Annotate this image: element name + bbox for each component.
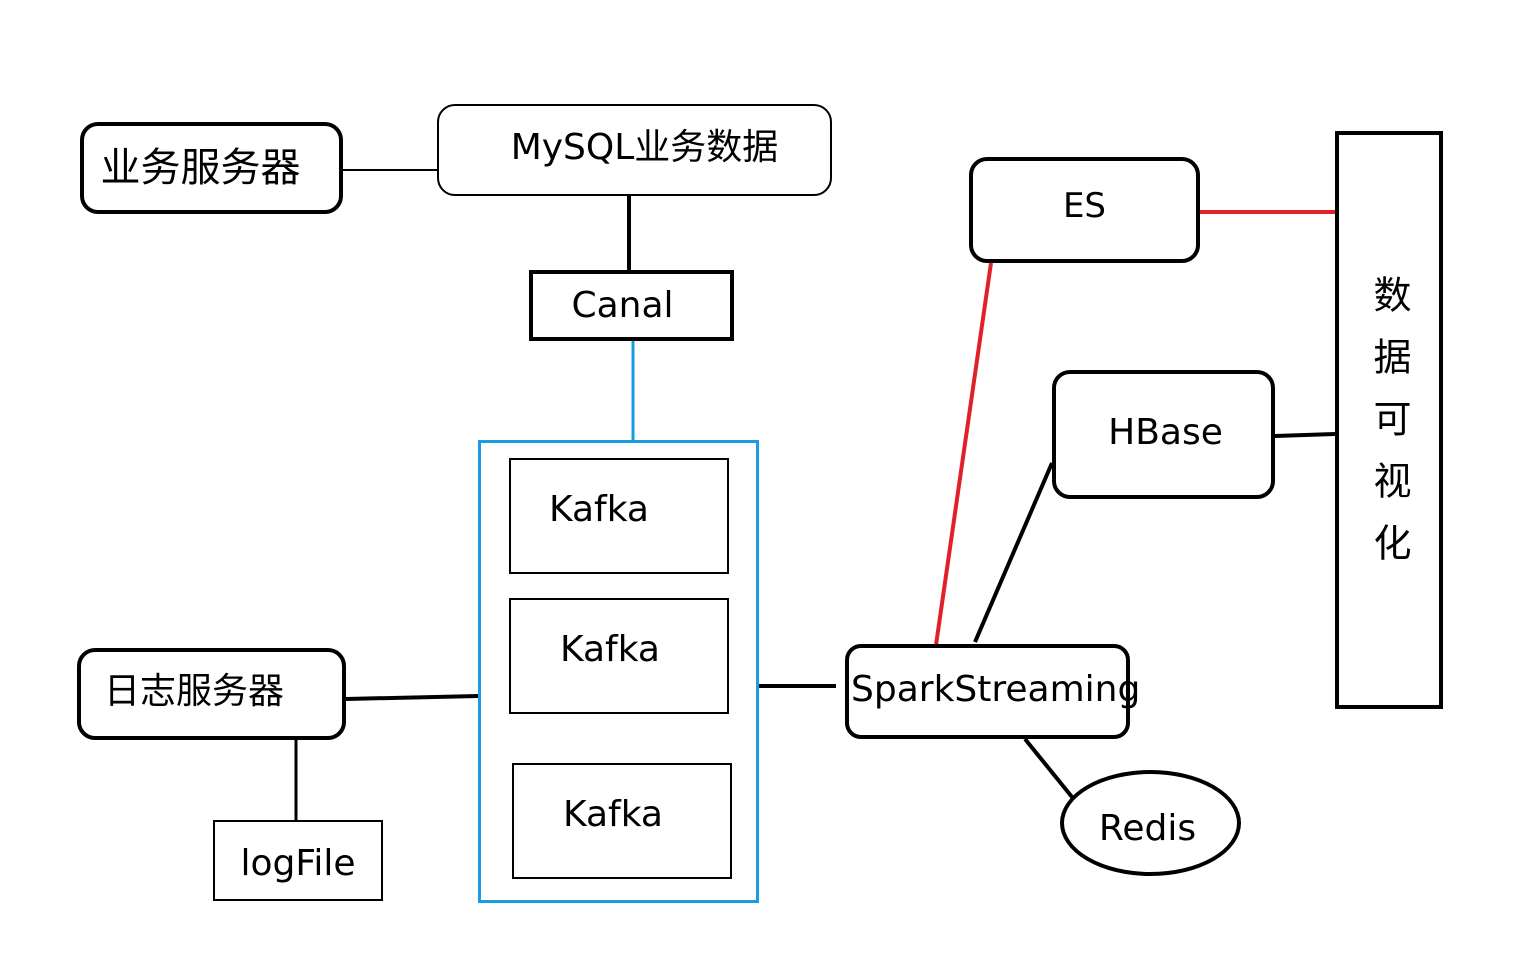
canal-box: Canal — [529, 270, 734, 341]
kafka-node-2: Kafka — [509, 598, 729, 714]
connector-spark-es — [934, 262, 993, 646]
data-visualization-box: 数据可视化 — [1335, 131, 1443, 709]
spark-streaming-box: SparkStreaming — [845, 644, 1140, 739]
hbase-box: HBase — [1052, 370, 1275, 499]
redis-label: Redis — [1098, 808, 1197, 849]
canal-label: Canal — [571, 284, 674, 326]
business-server-box: 业务服务器 — [80, 122, 343, 214]
kafka-node-2-label: Kafka — [560, 629, 660, 670]
mysql-business-data-box: MySQL业务数据 — [437, 104, 832, 196]
kafka-node-1: Kafka — [509, 458, 729, 574]
redis-ellipse: Redis — [1060, 770, 1241, 876]
log-server-label: 日志服务器 — [103, 671, 284, 712]
architecture-diagram: 业务服务器 MySQL业务数据 Canal Kafka Kafka Kafka … — [0, 0, 1536, 960]
kafka-node-1-label: Kafka — [549, 489, 649, 530]
elasticsearch-box: ES — [969, 157, 1200, 263]
connector-hbase-visualization — [1274, 432, 1336, 438]
kafka-node-3: Kafka — [512, 763, 732, 879]
connector-spark-hbase — [973, 462, 1054, 643]
business-server-label: 业务服务器 — [100, 145, 301, 191]
log-server-box: 日志服务器 — [77, 648, 346, 740]
connector-spark-redis — [1023, 737, 1074, 799]
elasticsearch-label: ES — [1062, 186, 1107, 226]
data-visualization-label: 数据可视化 — [1367, 275, 1411, 585]
connector-log-server-kafka-cluster — [345, 694, 479, 701]
hbase-label: HBase — [1108, 411, 1223, 453]
spark-streaming-label: SparkStreaming — [851, 668, 1141, 710]
mysql-business-data-label: MySQL业务数据 — [510, 127, 779, 168]
logfile-label: logFile — [240, 842, 356, 884]
logfile-box: logFile — [213, 820, 383, 901]
kafka-node-3-label: Kafka — [563, 794, 663, 835]
